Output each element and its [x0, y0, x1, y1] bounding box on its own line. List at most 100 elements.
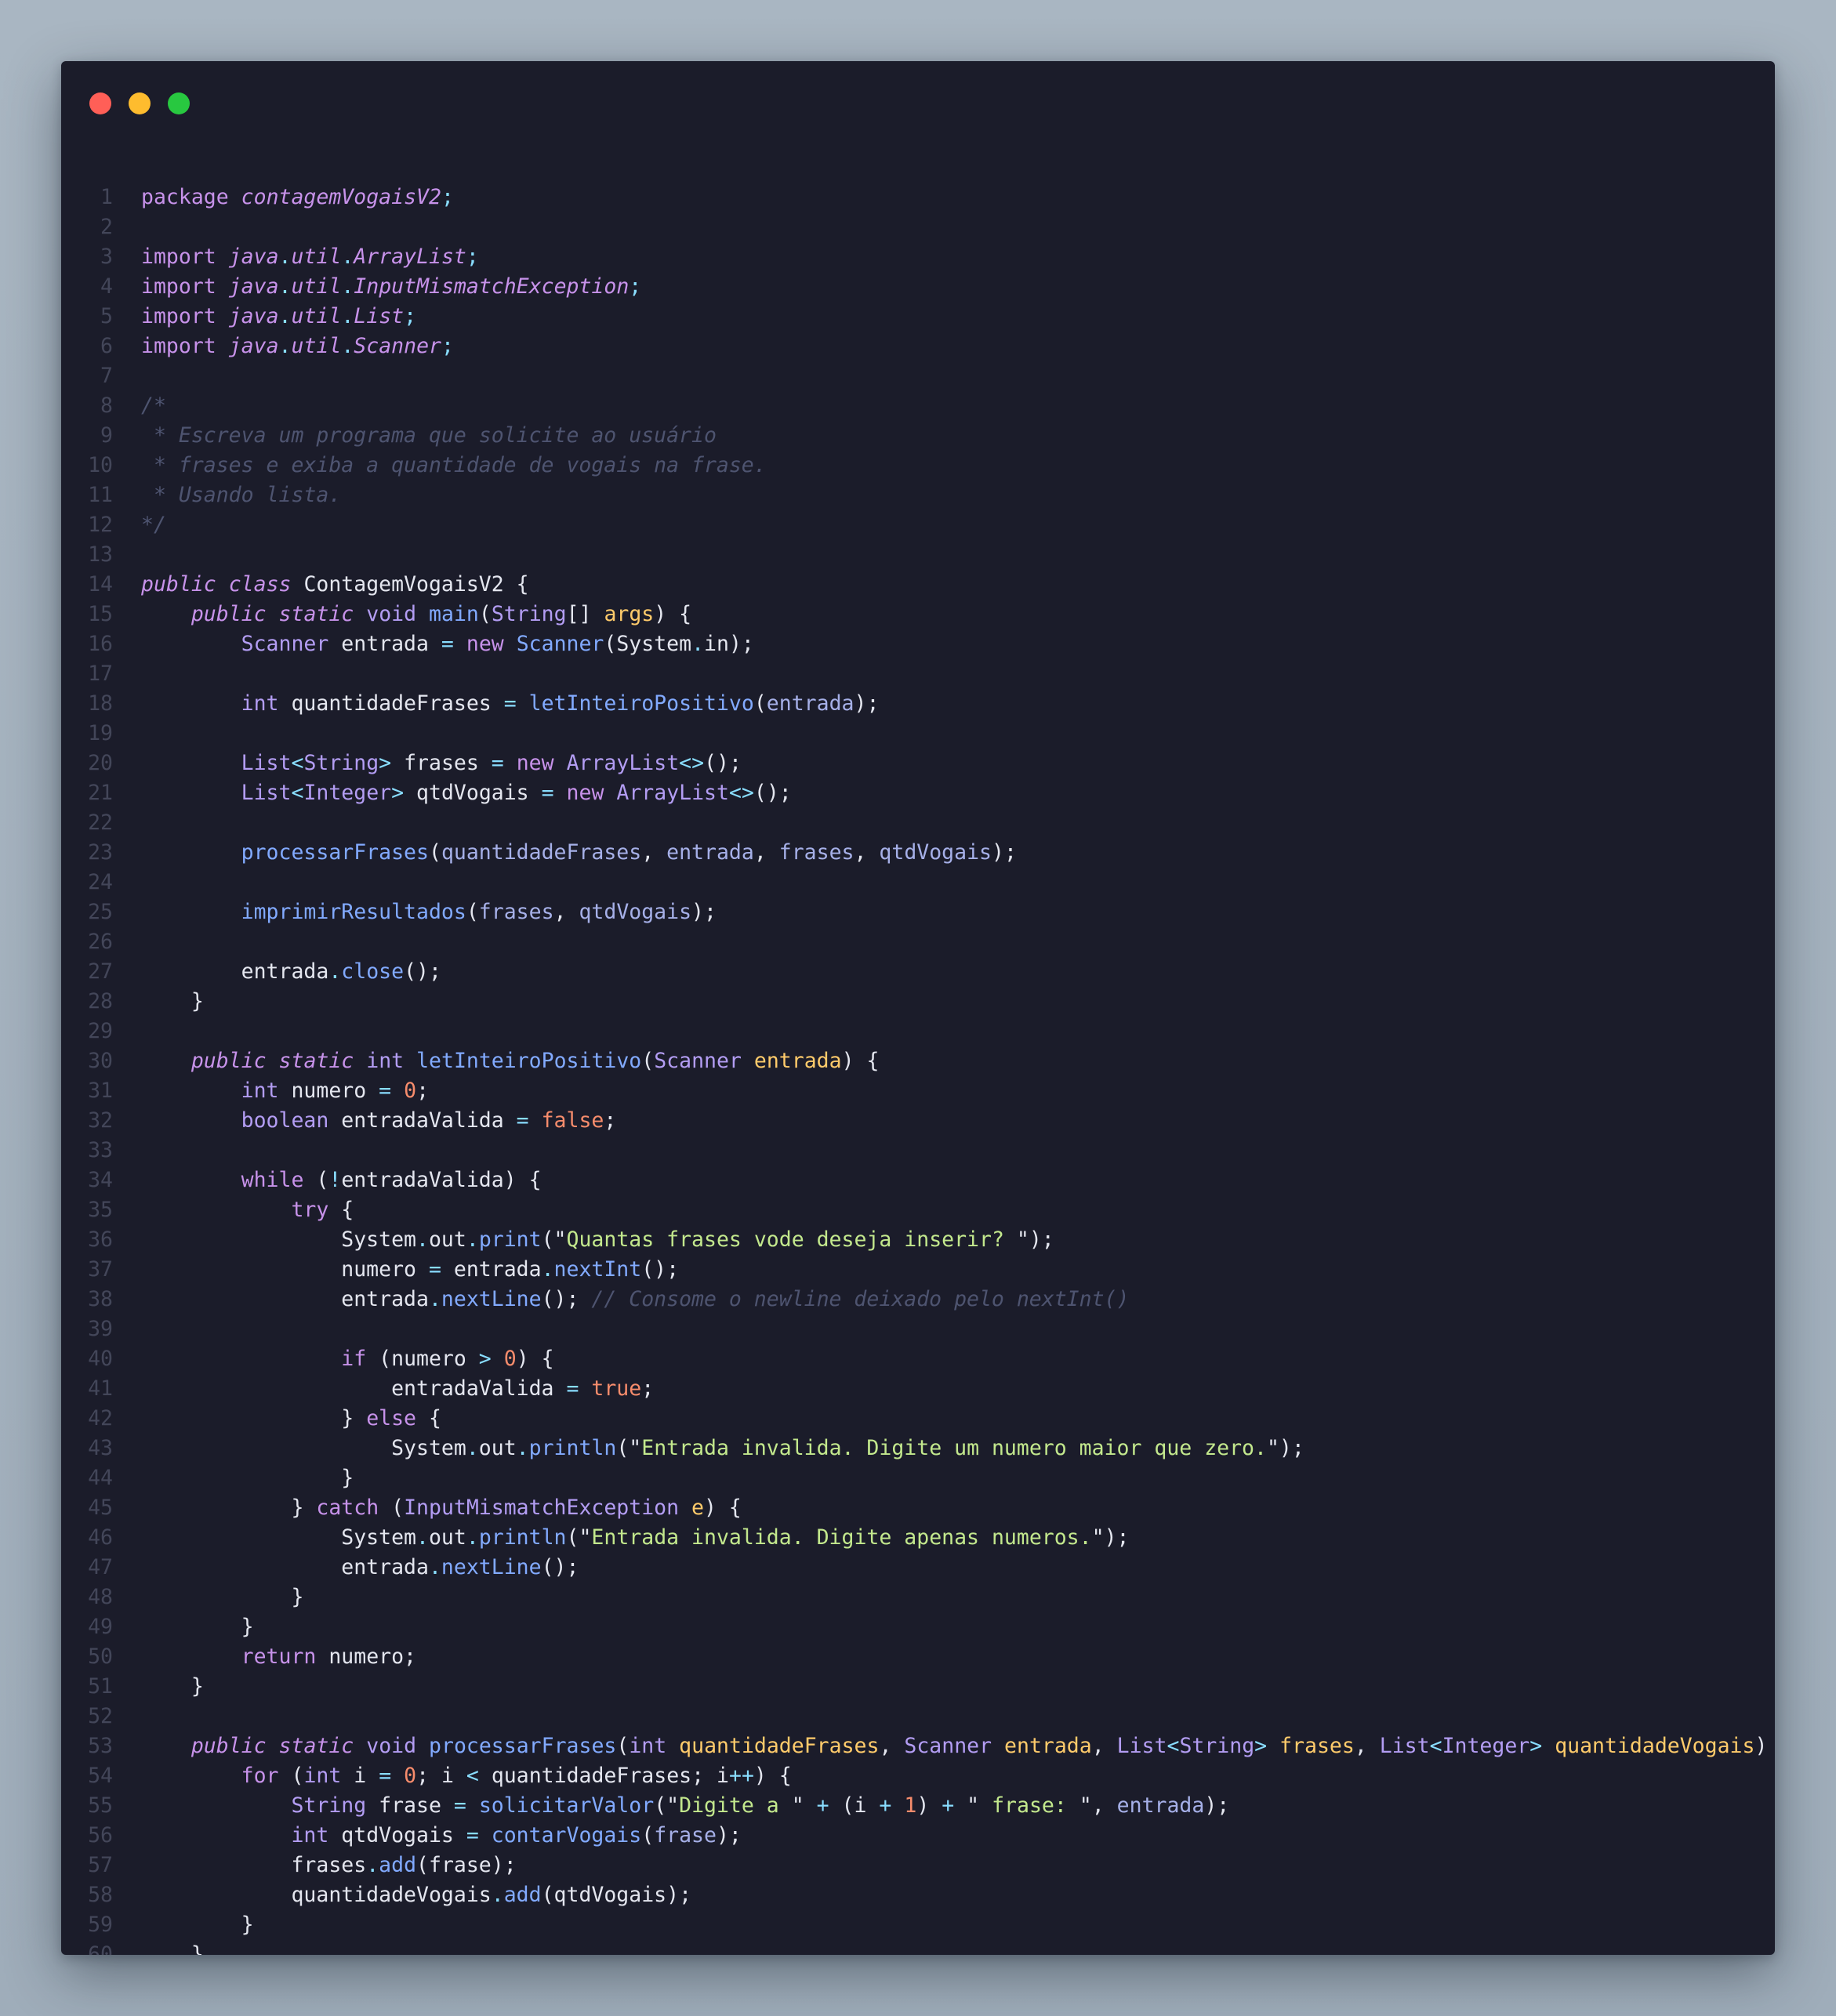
code-token: */ — [141, 513, 166, 537]
code-token: + — [942, 1793, 955, 1818]
code-token: < — [466, 1764, 479, 1788]
close-window-icon[interactable] — [89, 92, 111, 114]
code-token: [] — [566, 602, 604, 626]
code-token: String — [1179, 1734, 1255, 1758]
code-token: ( — [278, 1764, 304, 1788]
code-token: (i — [829, 1793, 880, 1818]
code-line: 44 } — [61, 1463, 1775, 1493]
code-token: nextLine — [441, 1555, 542, 1579]
line-number: 34 — [88, 1168, 113, 1192]
code-token: { — [328, 1198, 354, 1222]
code-token: println — [478, 1525, 567, 1550]
code-token: imprimirResultados — [241, 900, 466, 924]
code-token: ContagemVogaisV2 { — [291, 572, 529, 596]
code-token: ) { — [704, 1496, 742, 1520]
line-source: } — [141, 1463, 354, 1493]
code-token: = — [516, 1108, 529, 1133]
code-token: ; i — [416, 1764, 466, 1788]
code-token: Entrada invalida. Digite um numero maior… — [641, 1436, 1267, 1460]
maximize-window-icon[interactable] — [168, 92, 190, 114]
code-token: frase — [654, 1823, 717, 1847]
code-token: public — [190, 1049, 267, 1073]
code-token: 0 — [404, 1079, 417, 1103]
code-token: List — [241, 781, 292, 805]
code-token: qtdVogais — [328, 1823, 466, 1847]
code-token: ); — [691, 900, 717, 924]
code-token: Scanner — [516, 632, 604, 656]
code-token: util — [291, 274, 342, 299]
line-number: 23 — [88, 840, 113, 865]
line-number: 46 — [88, 1525, 113, 1550]
code-token: . — [341, 274, 354, 299]
line-number: 18 — [88, 691, 113, 716]
line-source: numero = entrada.nextInt(); — [141, 1255, 679, 1285]
code-line: 35 try { — [61, 1195, 1775, 1225]
line-source: package contagemVogaisV2; — [141, 183, 454, 212]
line-source: * Escreva um programa que solicite ao us… — [141, 421, 717, 451]
window-titlebar — [61, 61, 1775, 140]
line-source: boolean entradaValida = false; — [141, 1106, 617, 1136]
line-number: 43 — [88, 1436, 113, 1460]
code-token: entrada — [753, 1049, 842, 1073]
line-source: String frase = solicitarValor("Digite a … — [141, 1791, 1229, 1821]
line-number: 35 — [88, 1198, 113, 1222]
code-token: int — [291, 1823, 329, 1847]
code-token: ( — [753, 691, 767, 716]
code-token: < — [1429, 1734, 1442, 1758]
code-token: qtdVogais — [404, 781, 542, 805]
code-token: close — [341, 959, 405, 984]
line-source: while (!entradaValida) { — [141, 1166, 542, 1195]
code-line: 4 import java.util.InputMismatchException… — [61, 272, 1775, 302]
line-number: 30 — [88, 1049, 113, 1073]
code-line: 46 System.out.println("Entrada invalida.… — [61, 1523, 1775, 1553]
line-source: } — [141, 1583, 303, 1612]
code-token: + — [879, 1793, 892, 1818]
line-source: entradaValida = true; — [141, 1374, 654, 1404]
code-token: . — [341, 245, 354, 269]
line-number: 52 — [88, 1704, 113, 1728]
code-token: entrada — [766, 691, 855, 716]
line-source: return numero; — [141, 1642, 416, 1672]
code-token: } — [141, 1674, 204, 1699]
code-token: = — [503, 691, 517, 716]
code-token: frases — [478, 900, 554, 924]
code-token: ; — [466, 245, 479, 269]
line-number: 36 — [88, 1227, 113, 1252]
code-token: "); — [1091, 1525, 1130, 1550]
code-token: String — [303, 751, 379, 775]
line-source: * Usando lista. — [141, 480, 341, 510]
code-token: . — [328, 959, 342, 984]
line-number: 42 — [88, 1406, 113, 1430]
code-token: InputMismatchException — [404, 1496, 680, 1520]
line-number: 14 — [88, 572, 113, 596]
minimize-window-icon[interactable] — [129, 92, 151, 114]
line-number: 39 — [88, 1317, 113, 1341]
code-token: java — [228, 245, 279, 269]
line-number: 60 — [88, 1942, 113, 1955]
code-token: util — [291, 304, 342, 328]
code-token: ; — [404, 304, 417, 328]
code-token: ); — [992, 840, 1017, 865]
line-source: List<Integer> qtdVogais = new ArrayList<… — [141, 778, 792, 808]
code-token: frase — [366, 1793, 454, 1818]
code-token: solicitarValor — [478, 1793, 655, 1818]
line-number: 20 — [88, 751, 113, 775]
code-token: ", — [1079, 1793, 1117, 1818]
code-line: 5 import java.util.List; — [61, 302, 1775, 332]
code-token: quantidadeFrases — [441, 840, 642, 865]
code-token: false — [541, 1108, 604, 1133]
code-line: 7 — [61, 361, 1775, 391]
